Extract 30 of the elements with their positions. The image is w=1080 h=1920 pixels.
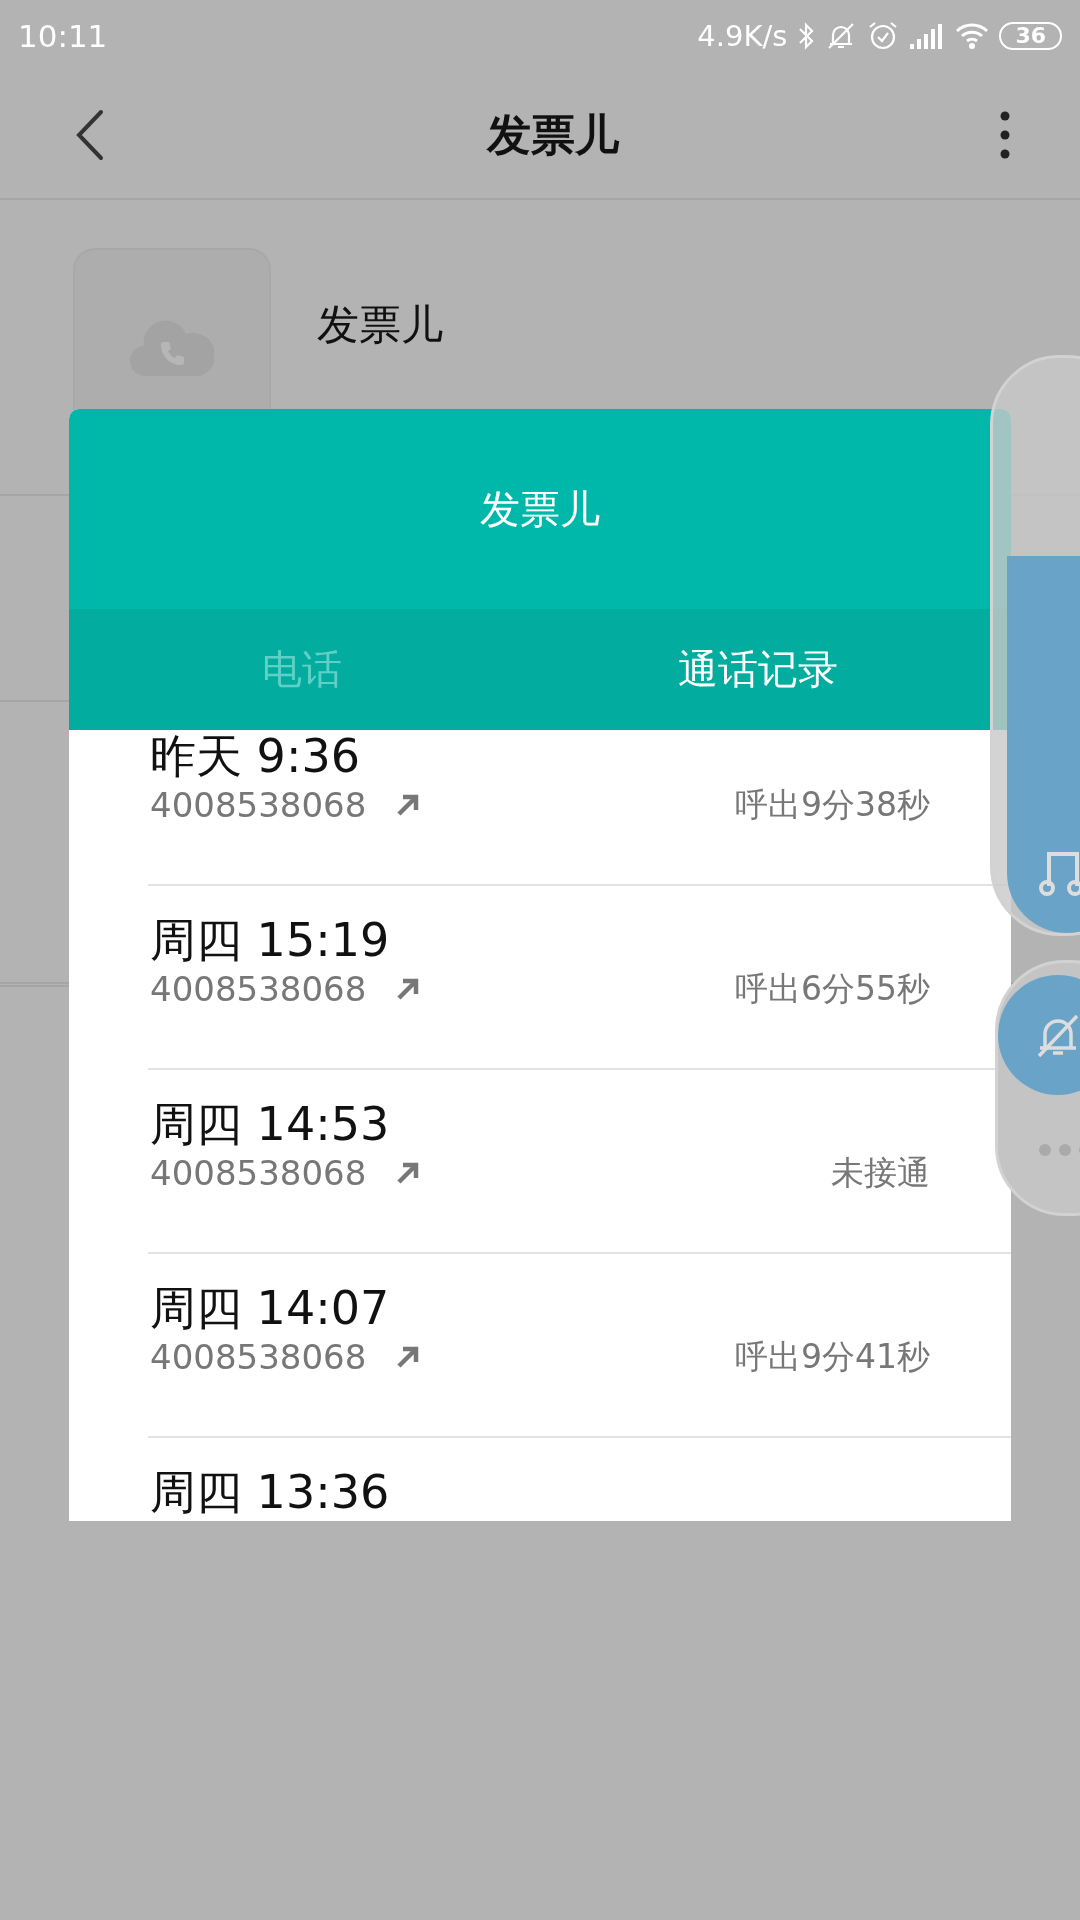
call-result: 未接通 bbox=[831, 1151, 930, 1194]
status-time: 10:11 bbox=[18, 18, 108, 54]
call-result: 呼出9分38秒 bbox=[735, 783, 930, 826]
dialog-title: 发票儿 bbox=[480, 484, 600, 534]
outgoing-arrow-icon bbox=[396, 1161, 421, 1185]
call-time: 周四 14:07 bbox=[150, 1282, 390, 1334]
outgoing-arrow-icon bbox=[396, 793, 421, 817]
screen-title: 发票儿 bbox=[485, 107, 621, 162]
phone-number: 4008538068 bbox=[150, 785, 367, 825]
bluetooth-icon bbox=[797, 21, 816, 51]
call-time: 昨天 9:36 bbox=[150, 730, 360, 782]
back-icon[interactable] bbox=[75, 109, 105, 161]
call-result: 呼出6分55秒 bbox=[735, 967, 930, 1010]
wifi-icon bbox=[955, 22, 990, 50]
dialog-tab[interactable]: 电话 bbox=[69, 609, 525, 730]
dialog-tab[interactable]: 通话记录 bbox=[525, 609, 981, 730]
call-time: 周四 14:53 bbox=[150, 1098, 390, 1150]
call-time: 周四 15:19 bbox=[150, 914, 390, 966]
network-speed: 4.9K/s bbox=[697, 19, 788, 53]
phone-number: 4008538068 bbox=[150, 969, 367, 1009]
call-result: 呼出9分41秒 bbox=[735, 1335, 930, 1378]
contact-name: 发票儿 bbox=[317, 299, 443, 351]
outgoing-arrow-icon bbox=[396, 1345, 421, 1369]
phone-number: 4008538068 bbox=[150, 1337, 367, 1377]
more-icon[interactable] bbox=[1000, 111, 1010, 159]
call-time: 周四 13:36 bbox=[150, 1466, 390, 1518]
outgoing-arrow-icon bbox=[396, 977, 421, 1001]
phone-number: 4008538068 bbox=[150, 1153, 367, 1193]
battery-indicator: 36 bbox=[999, 22, 1062, 50]
more-dots-icon[interactable] bbox=[1038, 1143, 1080, 1157]
